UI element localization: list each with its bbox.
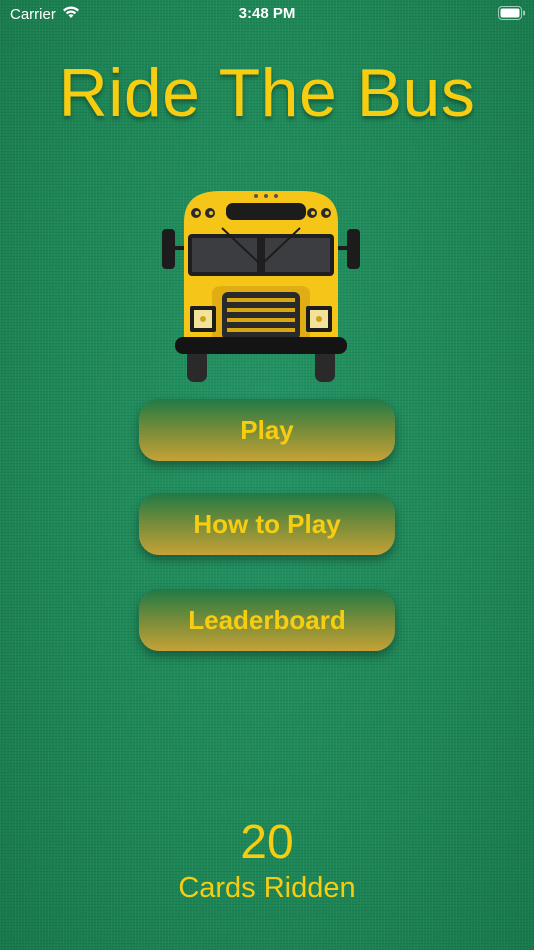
- cards-ridden-label: Cards Ridden: [178, 872, 356, 904]
- cards-ridden-count: 20: [240, 816, 294, 869]
- school-bus-icon: [160, 188, 362, 382]
- leaderboard-button[interactable]: Leaderboard: [139, 589, 395, 651]
- how-to-play-button[interactable]: How to Play: [139, 493, 395, 555]
- status-time: 3:48 PM: [238, 5, 296, 22]
- battery-icon: [498, 6, 526, 24]
- status-bar: Carrier 3:48 PM: [0, 0, 534, 28]
- app-title: Ride The Bus: [58, 55, 476, 131]
- play-button[interactable]: Play: [139, 399, 395, 461]
